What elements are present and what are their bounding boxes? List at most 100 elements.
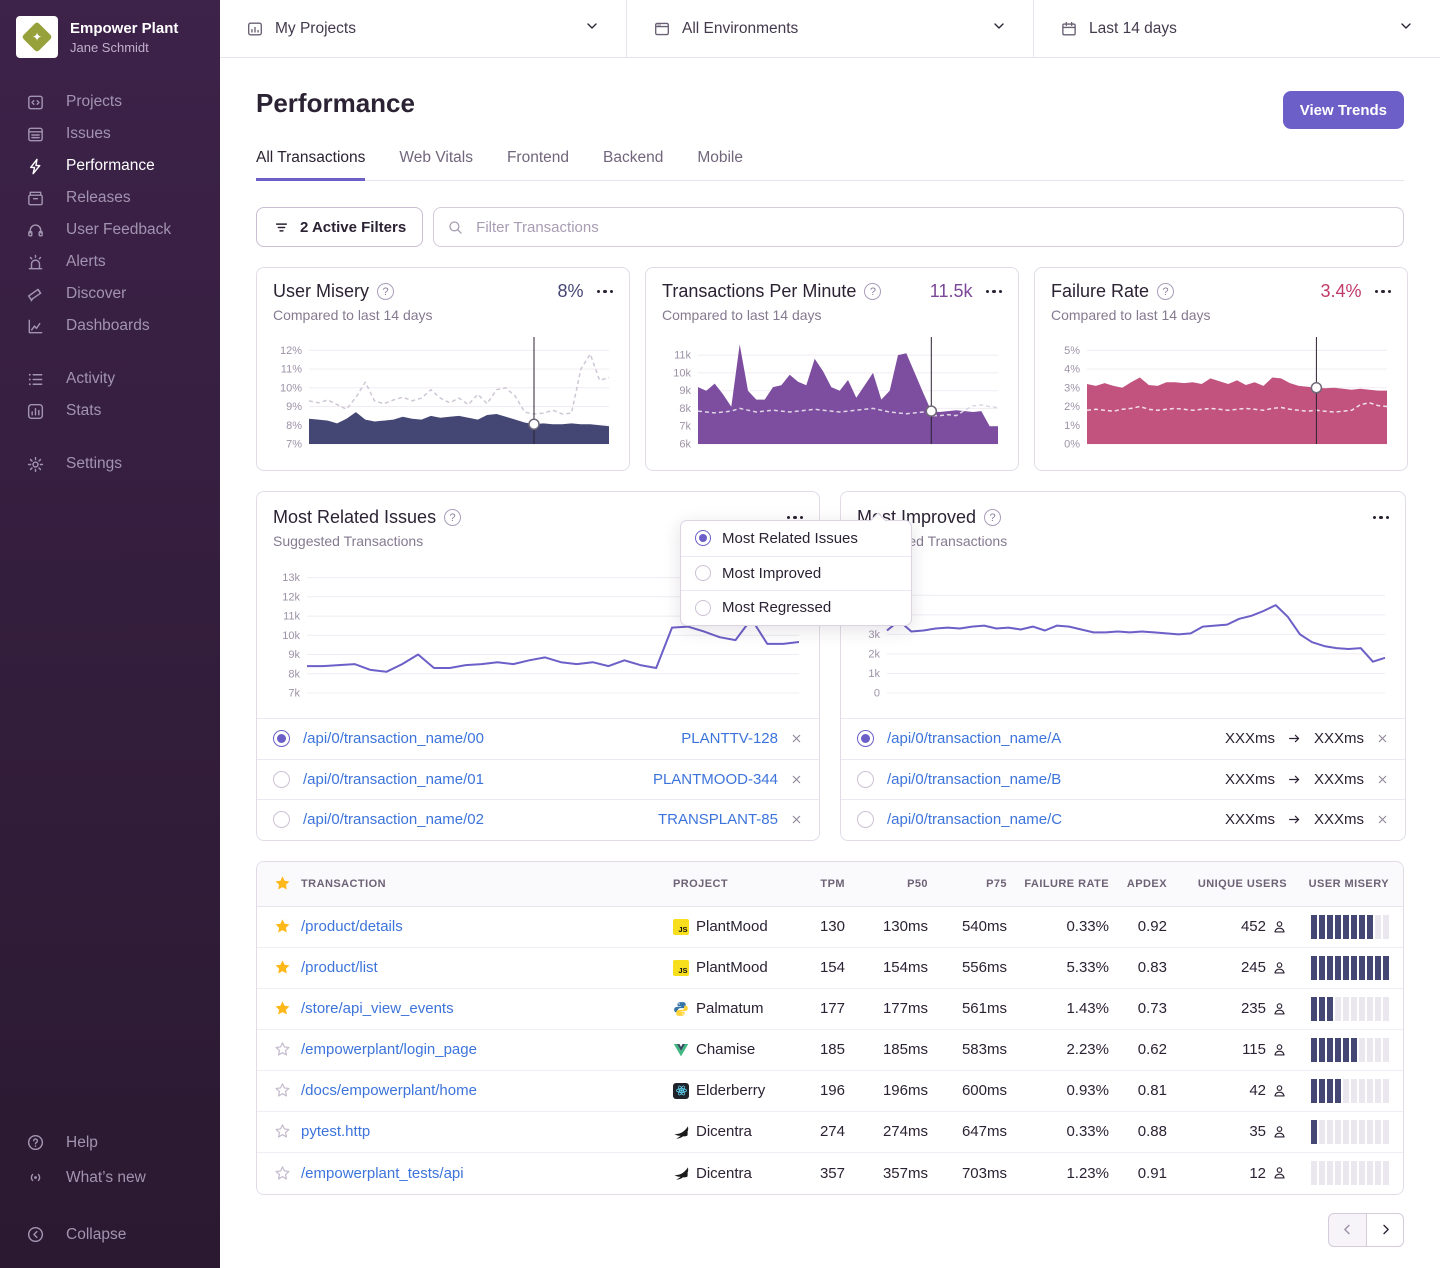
issue-link[interactable]: PLANTTV-128 (681, 730, 778, 747)
star-filled-icon[interactable] (257, 918, 301, 935)
star-empty-icon[interactable] (257, 1082, 301, 1099)
transaction-link[interactable]: /api/0/transaction_name/01 (303, 771, 484, 788)
dropdown-option-most-related-issues[interactable]: Most Related Issues (681, 521, 911, 556)
sidebar-item-issues[interactable]: Issues (0, 118, 220, 150)
close-icon[interactable] (790, 813, 803, 826)
star-empty-icon[interactable] (257, 1165, 301, 1182)
col-project[interactable]: PROJECT (673, 878, 773, 890)
more-options-button[interactable] (597, 290, 614, 294)
more-options-button[interactable] (986, 290, 1003, 294)
last-14-days-picker[interactable]: Last 14 days (1033, 0, 1440, 57)
help-icon[interactable]: ? (444, 509, 461, 526)
close-icon[interactable] (790, 732, 803, 745)
help-icon[interactable]: ? (377, 283, 394, 300)
more-options-button[interactable] (1373, 516, 1390, 520)
col-failure-rate[interactable]: FAILURE RATE (1007, 878, 1109, 890)
tab-backend[interactable]: Backend (603, 149, 663, 181)
transaction-link[interactable]: /api/0/transaction_name/A (887, 730, 1061, 747)
tab-all-transactions[interactable]: All Transactions (256, 149, 365, 181)
metric-title: Failure Rate (1051, 281, 1149, 302)
topbar: My ProjectsAll Environments Last 14 days (220, 0, 1440, 58)
close-icon[interactable] (1376, 813, 1389, 826)
star-filled-icon[interactable] (257, 959, 301, 976)
sidebar-item-dashboards[interactable]: Dashboards (0, 310, 220, 342)
row-radio[interactable] (273, 730, 290, 747)
sidebar-collapse-button[interactable]: Collapse (0, 1217, 220, 1252)
table-row: /product/list JSPlantMood 154 154ms 556m… (257, 948, 1403, 989)
help-icon[interactable]: ? (864, 283, 881, 300)
table-row: /product/details JSPlantMood 130 130ms 5… (257, 907, 1403, 948)
transaction-link[interactable]: /product/details (301, 918, 403, 935)
col-p50[interactable]: P50 (845, 878, 928, 890)
col-unique-users[interactable]: UNIQUE USERS (1167, 878, 1287, 890)
row-radio[interactable] (857, 811, 874, 828)
col-user-misery[interactable]: USER MISERY (1287, 878, 1403, 890)
metric-value: 11.5k (930, 281, 973, 302)
sidebar-item-help[interactable]: Help (0, 1125, 220, 1160)
row-radio[interactable] (273, 811, 290, 828)
sidebar-item-stats[interactable]: Stats (0, 395, 220, 427)
more-options-button[interactable] (1375, 290, 1392, 294)
close-icon[interactable] (1376, 732, 1389, 745)
transaction-link[interactable]: pytest.http (301, 1123, 370, 1140)
issue-link[interactable]: TRANSPLANT-85 (658, 811, 778, 828)
view-trends-button[interactable]: View Trends (1283, 91, 1404, 129)
pagination-next-button[interactable] (1366, 1213, 1404, 1247)
sidebar-item-activity[interactable]: Activity (0, 363, 220, 395)
option-radio[interactable] (695, 565, 711, 581)
option-radio[interactable] (695, 530, 711, 546)
transaction-link[interactable]: /docs/empowerplant/home (301, 1082, 477, 1099)
close-icon[interactable] (790, 773, 803, 786)
sidebar-item-discover[interactable]: Discover (0, 278, 220, 310)
dropdown-option-most-regressed[interactable]: Most Regressed (681, 590, 911, 625)
transaction-link[interactable]: /api/0/transaction_name/00 (303, 730, 484, 747)
more-options-button[interactable] (787, 516, 804, 520)
help-icon[interactable]: ? (1157, 283, 1174, 300)
col-p75[interactable]: P75 (928, 878, 1007, 890)
star-filled-icon[interactable] (257, 1000, 301, 1017)
sidebar-item-projects[interactable]: Projects (0, 86, 220, 118)
active-filters-button[interactable]: 2 Active Filters (256, 207, 423, 247)
transaction-link[interactable]: /empowerplant/login_page (301, 1041, 477, 1058)
dashboards-icon (26, 317, 45, 336)
transaction-link[interactable]: /product/list (301, 959, 378, 976)
tab-mobile[interactable]: Mobile (697, 149, 743, 181)
transaction-link[interactable]: /api/0/transaction_name/C (887, 811, 1062, 828)
transaction-link[interactable]: /empowerplant_tests/api (301, 1165, 464, 1182)
sidebar-item-alerts[interactable]: Alerts (0, 246, 220, 278)
issue-link[interactable]: PLANTMOOD-344 (653, 771, 778, 788)
sidebar-item-what-s-new[interactable]: What’s new (0, 1160, 220, 1195)
close-icon[interactable] (1376, 773, 1389, 786)
col-tpm[interactable]: TPM (773, 878, 845, 890)
search-input[interactable] (474, 218, 1390, 237)
help-icon[interactable]: ? (984, 509, 1001, 526)
col-apdex[interactable]: APDEX (1109, 878, 1167, 890)
project-cell: JSPlantMood (673, 918, 773, 935)
org-switcher[interactable]: ✦ Empower Plant Jane Schmidt (0, 16, 220, 58)
sidebar-item-performance[interactable]: Performance (0, 150, 220, 182)
sidebar-item-releases[interactable]: Releases (0, 182, 220, 214)
row-radio[interactable] (273, 771, 290, 788)
transaction-link[interactable]: /store/api_view_events (301, 1000, 454, 1017)
metric-subtitle: Compared to last 14 days (1051, 307, 1391, 323)
star-empty-icon[interactable] (257, 1123, 301, 1140)
row-radio[interactable] (857, 730, 874, 747)
dropdown-option-most-improved[interactable]: Most Improved (681, 556, 911, 591)
sidebar-item-settings[interactable]: Settings (0, 448, 220, 480)
tab-web-vitals[interactable]: Web Vitals (399, 149, 473, 181)
transaction-link[interactable]: /api/0/transaction_name/B (887, 771, 1061, 788)
tab-frontend[interactable]: Frontend (507, 149, 569, 181)
row-radio[interactable] (857, 771, 874, 788)
col-transaction[interactable]: TRANSACTION (301, 878, 673, 890)
svg-text:2k: 2k (868, 648, 880, 660)
pagination-prev-button[interactable] (1328, 1213, 1366, 1247)
all-environments-picker[interactable]: All Environments (626, 0, 1033, 57)
option-radio[interactable] (695, 600, 711, 616)
star-column-header[interactable] (257, 875, 301, 892)
picker-label: Last 14 days (1089, 20, 1177, 38)
sidebar-item-user-feedback[interactable]: User Feedback (0, 214, 220, 246)
transaction-link[interactable]: /api/0/transaction_name/02 (303, 811, 484, 828)
my-projects-picker[interactable]: My Projects (220, 0, 626, 57)
table-row: /store/api_view_events Palmatum 177 177m… (257, 989, 1403, 1030)
star-empty-icon[interactable] (257, 1041, 301, 1058)
